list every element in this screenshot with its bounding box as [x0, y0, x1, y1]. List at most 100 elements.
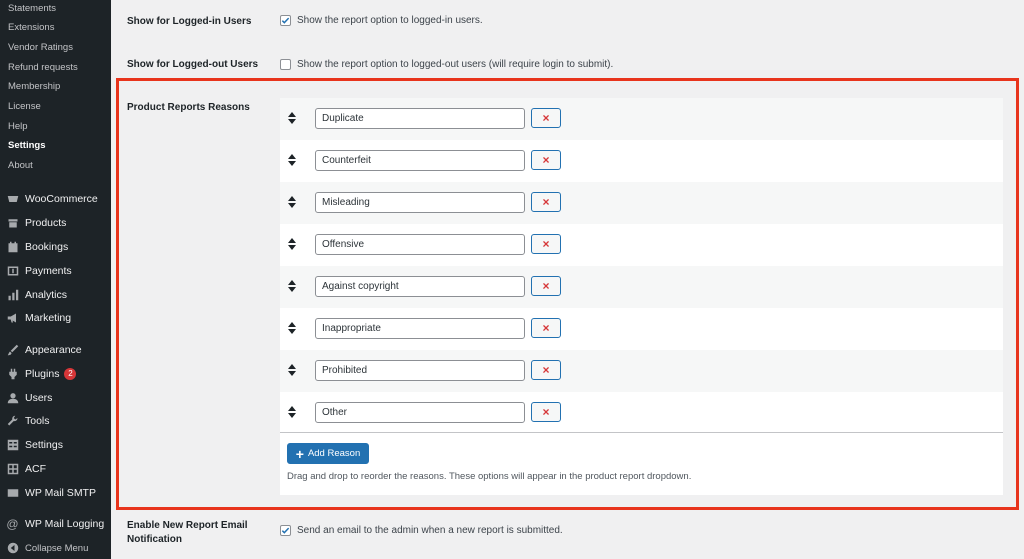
reasons-table: × × × × × × × × + Add Reason Drag and — [280, 98, 1003, 495]
paintbrush-icon — [6, 344, 19, 357]
plus-icon: + — [295, 445, 304, 462]
reason-input[interactable] — [315, 402, 525, 423]
menu-label: Collapse Menu — [25, 542, 89, 554]
submenu-item-membership[interactable]: Membership — [8, 81, 60, 92]
menu-item-appearance[interactable]: Appearance — [0, 339, 111, 361]
menu-item-acf[interactable]: ACF — [0, 458, 111, 480]
email-notification-checkbox-text: Send an email to the admin when a new re… — [297, 525, 563, 536]
submenu-item-extensions[interactable]: Extensions — [8, 22, 54, 33]
reason-row[interactable]: × — [280, 98, 1003, 140]
reason-input[interactable] — [315, 234, 525, 255]
menu-label: Tools — [25, 415, 50, 427]
remove-reason-button[interactable]: × — [531, 360, 561, 380]
checkmark-icon — [281, 527, 290, 534]
close-icon: × — [542, 237, 550, 251]
submenu-item-statements[interactable]: Statements — [8, 3, 56, 14]
menu-label: Settings — [25, 439, 63, 451]
dollar-icon — [6, 265, 19, 278]
logged-in-option: Show the report option to logged-in user… — [280, 15, 483, 26]
drag-handle-icon[interactable] — [288, 364, 296, 376]
logged-out-option: Show the report option to logged-out use… — [280, 59, 613, 70]
menu-label: Marketing — [25, 312, 72, 324]
menu-item-tools[interactable]: Tools — [0, 410, 111, 432]
reason-input[interactable] — [315, 192, 525, 213]
grid-icon — [6, 463, 19, 476]
menu-item-settings[interactable]: Settings — [0, 434, 111, 456]
reason-row[interactable]: × — [280, 392, 1003, 434]
drag-handle-icon[interactable] — [288, 322, 296, 334]
at-icon: @ — [6, 517, 19, 531]
menu-item-woocommerce[interactable]: WooCommerce — [0, 188, 111, 210]
remove-reason-button[interactable]: × — [531, 108, 561, 128]
menu-label: Payments — [25, 265, 72, 277]
menu-item-analytics[interactable]: Analytics — [0, 284, 111, 306]
megaphone-icon — [6, 312, 19, 325]
reason-input[interactable] — [315, 360, 525, 381]
drag-handle-icon[interactable] — [288, 112, 296, 124]
add-reason-button[interactable]: + Add Reason — [287, 443, 369, 464]
close-icon: × — [542, 111, 550, 125]
menu-item-users[interactable]: Users — [0, 387, 111, 409]
bar-chart-icon — [6, 289, 19, 302]
collapse-menu-button[interactable]: Collapse Menu — [0, 537, 111, 559]
drag-handle-icon[interactable] — [288, 196, 296, 208]
email-notification-checkbox[interactable] — [280, 525, 291, 536]
remove-reason-button[interactable]: × — [531, 276, 561, 296]
divider — [280, 432, 1003, 433]
email-notification-label-line1: Enable New Report Email — [127, 520, 248, 531]
remove-reason-button[interactable]: × — [531, 150, 561, 170]
reason-row[interactable]: × — [280, 182, 1003, 224]
reason-input[interactable] — [315, 108, 525, 129]
reason-row[interactable]: × — [280, 350, 1003, 392]
menu-item-bookings[interactable]: Bookings — [0, 236, 111, 258]
submenu-item-refund-requests[interactable]: Refund requests — [8, 62, 78, 73]
close-icon: × — [542, 153, 550, 167]
logged-out-checkbox[interactable] — [280, 59, 291, 70]
submenu-item-about[interactable]: About — [8, 160, 33, 171]
menu-item-payments[interactable]: Payments — [0, 260, 111, 282]
submenu-item-settings[interactable]: Settings — [8, 140, 45, 151]
menu-item-wp-mail-logging[interactable]: @ WP Mail Logging — [0, 513, 111, 535]
menu-label: Plugins — [25, 368, 60, 380]
menu-label: WooCommerce — [25, 193, 98, 205]
reason-input[interactable] — [315, 150, 525, 171]
drag-handle-icon[interactable] — [288, 406, 296, 418]
user-icon — [6, 392, 19, 405]
menu-item-wp-mail-smtp[interactable]: WP Mail SMTP — [0, 482, 111, 504]
logged-out-label: Show for Logged-out Users — [127, 59, 259, 70]
reason-input[interactable] — [315, 318, 525, 339]
product-reports-reasons-label: Product Reports Reasons — [127, 102, 250, 113]
submenu-item-license[interactable]: License — [8, 101, 41, 112]
reason-row[interactable]: × — [280, 224, 1003, 266]
remove-reason-button[interactable]: × — [531, 402, 561, 422]
woocommerce-icon — [6, 193, 19, 206]
drag-handle-icon[interactable] — [288, 238, 296, 250]
drag-handle-icon[interactable] — [288, 154, 296, 166]
submenu-item-help[interactable]: Help — [8, 121, 28, 132]
reason-input[interactable] — [315, 276, 525, 297]
menu-label: WP Mail Logging — [25, 518, 105, 530]
checkmark-icon — [281, 17, 290, 24]
products-icon — [6, 217, 19, 230]
plugin-icon — [6, 368, 19, 381]
menu-item-plugins[interactable]: Plugins 2 — [0, 363, 111, 385]
reason-row[interactable]: × — [280, 308, 1003, 350]
remove-reason-button[interactable]: × — [531, 234, 561, 254]
wrench-icon — [6, 415, 19, 428]
remove-reason-button[interactable]: × — [531, 192, 561, 212]
menu-item-products[interactable]: Products — [0, 212, 111, 234]
close-icon: × — [542, 405, 550, 419]
close-icon: × — [542, 279, 550, 293]
menu-item-marketing[interactable]: Marketing — [0, 307, 111, 329]
email-notification-label-line2: Notification — [127, 534, 182, 545]
envelope-icon — [6, 487, 19, 500]
remove-reason-button[interactable]: × — [531, 318, 561, 338]
submenu-item-vendor-ratings[interactable]: Vendor Ratings — [8, 42, 73, 53]
calendar-icon — [6, 241, 19, 254]
logged-in-checkbox[interactable] — [280, 15, 291, 26]
reason-row[interactable]: × — [280, 140, 1003, 182]
drag-handle-icon[interactable] — [288, 280, 296, 292]
reason-row[interactable]: × — [280, 266, 1003, 308]
plugins-update-badge: 2 — [64, 368, 77, 380]
menu-label: WP Mail SMTP — [25, 487, 96, 499]
